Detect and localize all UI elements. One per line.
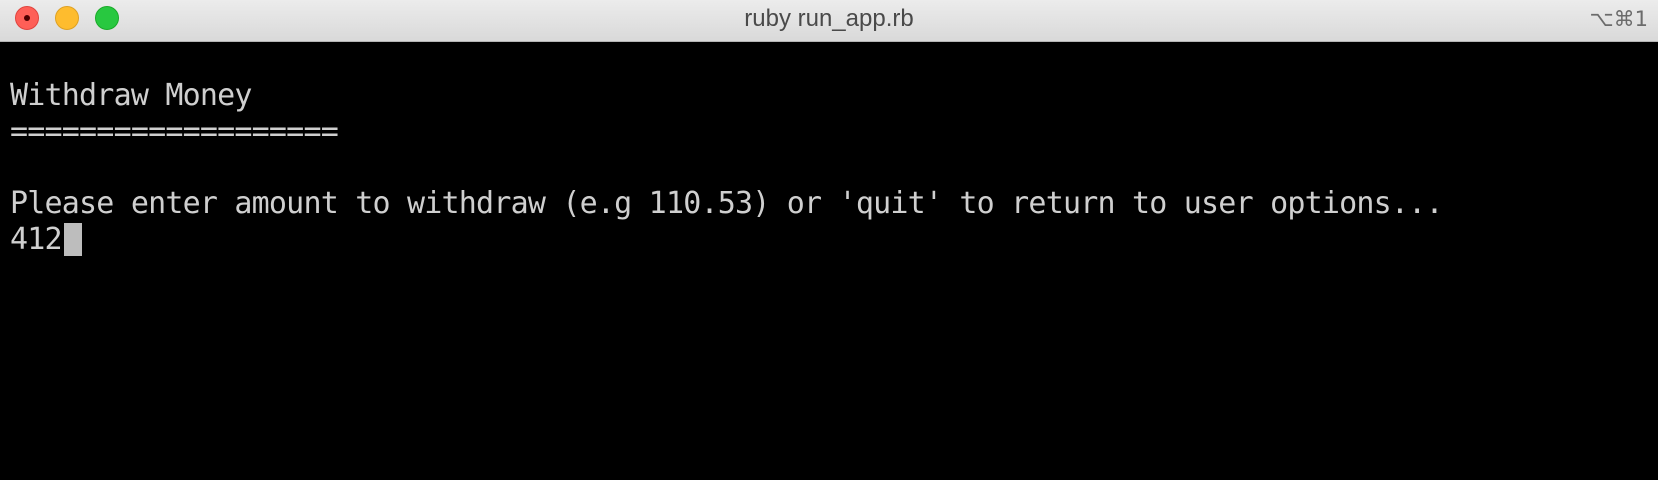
terminal-output[interactable]: Withdraw Money =================== Pleas…	[0, 42, 1658, 480]
heading-line: Withdraw Money	[10, 78, 252, 113]
window-title: ruby run_app.rb	[744, 5, 914, 32]
input-line[interactable]: 412	[10, 222, 1658, 258]
prompt-line: Please enter amount to withdraw (e.g 110…	[10, 186, 1444, 221]
typed-input[interactable]: 412	[10, 222, 63, 257]
terminal-window: ruby run_app.rb ⌥⌘1 Withdraw Money =====…	[0, 0, 1658, 480]
heading-underline: ===================	[10, 114, 339, 149]
title-bar[interactable]: ruby run_app.rb ⌥⌘1	[0, 0, 1658, 42]
text-cursor	[63, 223, 82, 256]
window-shortcut-label: ⌥⌘1	[1589, 7, 1648, 31]
